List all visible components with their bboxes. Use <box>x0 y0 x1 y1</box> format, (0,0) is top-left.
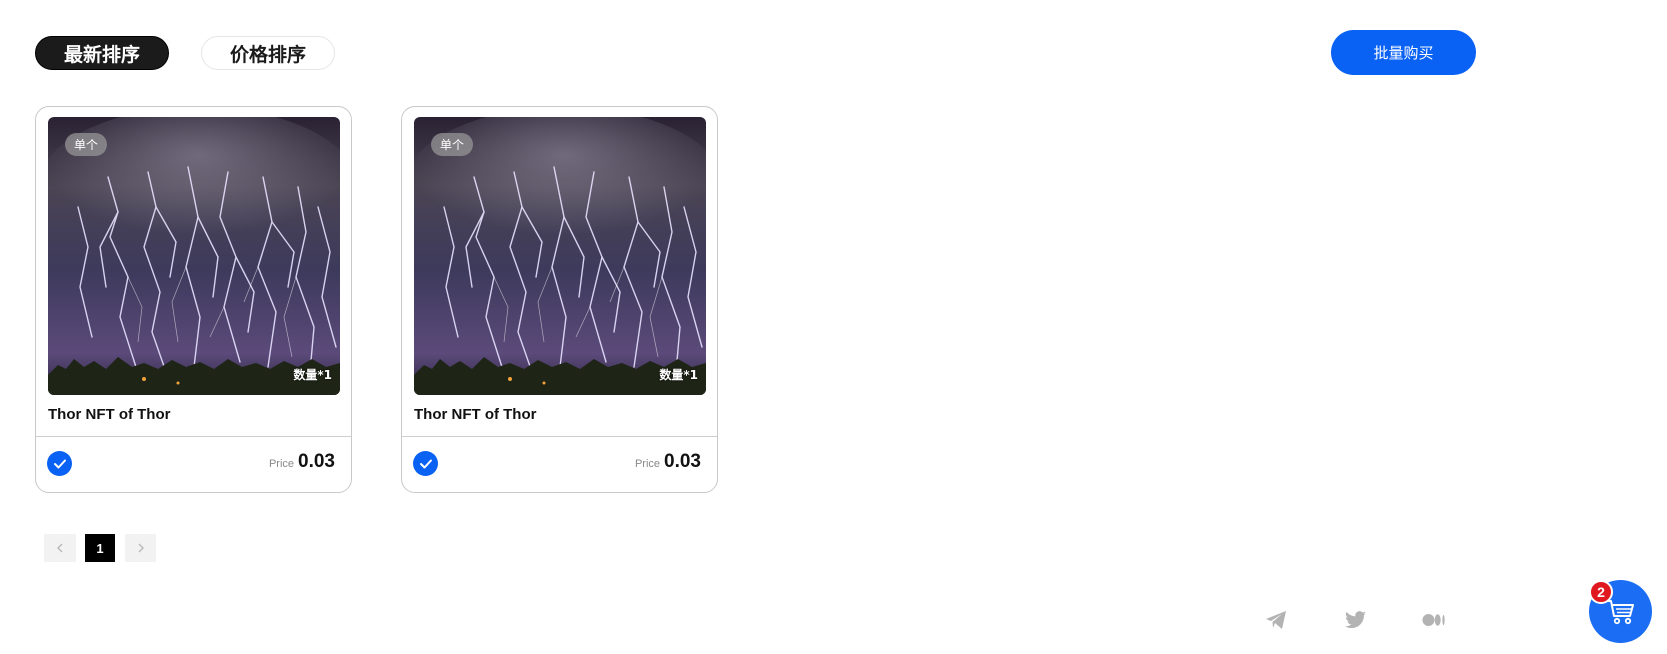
page-number-button[interactable]: 1 <box>85 534 115 562</box>
nft-title: Thor NFT of Thor <box>414 406 537 423</box>
nft-image[interactable]: 单个 数量*1 <box>414 117 706 395</box>
cart-count-badge: 2 <box>1589 580 1613 604</box>
nft-title: Thor NFT of Thor <box>48 406 171 423</box>
price-value: 0.03 <box>664 451 701 472</box>
price-label: Price <box>634 458 661 470</box>
sort-tab-newest[interactable]: 最新排序 <box>35 36 169 70</box>
next-page-button[interactable] <box>125 534 156 562</box>
shopping-cart-icon <box>1605 599 1634 624</box>
quantity-badge: 数量*1 <box>293 368 332 382</box>
checkmark-icon <box>419 459 432 468</box>
price-value: 0.03 <box>298 451 335 472</box>
telegram-icon <box>1266 611 1286 629</box>
single-badge: 单个 <box>65 133 108 156</box>
checkmark-icon <box>53 459 66 468</box>
nft-image[interactable]: 单个 数量*1 <box>48 117 340 395</box>
card-divider <box>36 436 351 437</box>
telegram-link[interactable] <box>1264 608 1288 632</box>
single-badge: 单个 <box>431 133 474 156</box>
prev-page-button[interactable] <box>44 534 76 562</box>
bulk-buy-button[interactable]: 批量购买 <box>1331 30 1476 75</box>
sort-tab-price-label: 价格排序 <box>229 43 306 66</box>
quantity-badge: 数量*1 <box>659 368 698 382</box>
medium-link[interactable] <box>1422 608 1446 632</box>
chevron-right-icon <box>138 543 144 553</box>
twitter-link[interactable] <box>1344 608 1368 632</box>
nft-card[interactable]: 单个 数量*1 Thor NFT of Thor Price 0.03 <box>35 106 352 493</box>
card-divider <box>402 436 717 437</box>
sort-tab-price[interactable]: 价格排序 <box>201 36 335 70</box>
price: Price 0.03 <box>269 451 335 473</box>
price-label: Price <box>268 458 295 470</box>
medium-icon <box>1422 614 1445 626</box>
select-checkbox[interactable] <box>47 451 72 476</box>
bulk-buy-label: 批量购买 <box>1373 44 1434 62</box>
sort-tab-newest-label: 最新排序 <box>63 43 140 66</box>
twitter-icon <box>1345 611 1366 629</box>
price: Price 0.03 <box>635 451 701 473</box>
nft-card[interactable]: 单个 数量*1 Thor NFT of Thor Price 0.03 <box>401 106 718 493</box>
chevron-left-icon <box>57 543 63 553</box>
select-checkbox[interactable] <box>413 451 438 476</box>
